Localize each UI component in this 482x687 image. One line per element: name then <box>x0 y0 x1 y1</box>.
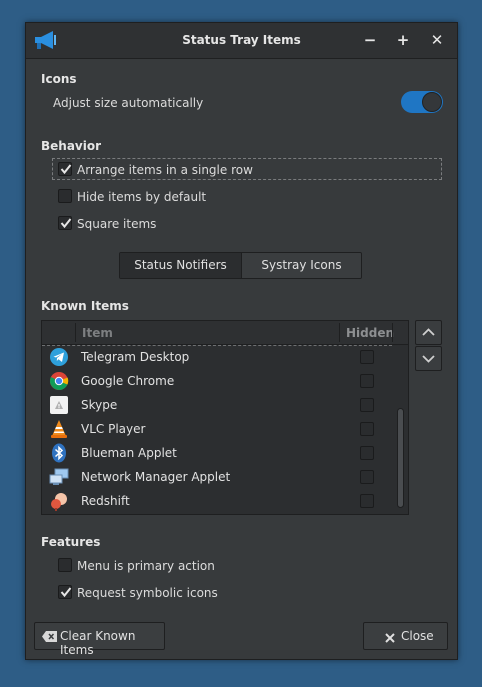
column-divider <box>75 323 76 342</box>
mode-tab-bar: Status Notifiers Systray Icons <box>119 252 362 279</box>
item-name: Blueman Applet <box>81 446 177 460</box>
item-name: Google Chrome <box>81 374 175 388</box>
list-item[interactable]: Redshift <box>42 489 392 513</box>
adjust-size-label: Adjust size automatically <box>53 96 204 110</box>
known-items-label: Known Items <box>41 299 129 313</box>
menu-primary-label: Menu is primary action <box>77 559 215 573</box>
hidden-checkbox[interactable] <box>360 374 374 388</box>
close-window-button[interactable]: ✕ <box>427 30 447 50</box>
move-down-button[interactable] <box>415 346 442 371</box>
chrome-icon <box>49 371 69 391</box>
title-bar[interactable]: Status Tray Items − + ✕ <box>26 23 457 59</box>
known-items-list: Item Hidden Telegram Desktop Google Chro… <box>41 320 409 515</box>
close-button[interactable]: Close <box>363 622 448 650</box>
clear-known-items-button[interactable]: Clear Known Items <box>34 622 165 657</box>
chevron-down-icon <box>422 355 435 363</box>
hide-by-default-label: Hide items by default <box>77 190 207 204</box>
hidden-checkbox[interactable] <box>360 422 374 436</box>
menu-primary-checkbox[interactable] <box>58 558 72 572</box>
hide-by-default-checkbox[interactable] <box>58 189 72 203</box>
item-name: Network Manager Applet <box>81 470 231 484</box>
hidden-checkbox[interactable] <box>360 398 374 412</box>
list-scrollbar[interactable] <box>393 345 408 514</box>
status-tray-items-window: Status Tray Items − + ✕ Icons Adjust siz… <box>25 22 458 660</box>
maximize-button[interactable]: + <box>393 30 413 50</box>
clear-icon <box>42 631 57 645</box>
tab-status-notifiers[interactable]: Status Notifiers <box>120 253 242 278</box>
clear-button-label: Clear Known Items <box>60 629 136 657</box>
single-row-label: Arrange items in a single row <box>77 163 253 177</box>
hidden-checkbox[interactable] <box>360 446 374 460</box>
hidden-checkbox[interactable] <box>360 494 374 508</box>
symbolic-icons-checkbox[interactable] <box>58 585 72 599</box>
scrollbar-thumb[interactable] <box>397 408 404 508</box>
adjust-size-toggle[interactable] <box>401 91 443 113</box>
list-item[interactable]: Blueman Applet <box>42 441 392 465</box>
hidden-checkbox[interactable] <box>360 350 374 364</box>
item-name: VLC Player <box>81 422 146 436</box>
symbolic-icons-label: Request symbolic icons <box>77 586 218 600</box>
square-items-label: Square items <box>77 217 157 231</box>
minimize-button[interactable]: − <box>360 30 380 50</box>
list-item[interactable]: VLC Player <box>42 417 392 441</box>
item-name: Redshift <box>81 494 130 508</box>
move-up-button[interactable] <box>415 320 442 345</box>
vlc-icon <box>49 419 69 439</box>
chevron-up-icon <box>422 328 435 336</box>
single-row-checkbox[interactable] <box>58 162 72 176</box>
column-header-item[interactable]: Item <box>82 326 113 340</box>
list-item[interactable]: Telegram Desktop <box>42 345 392 369</box>
column-header-hidden[interactable]: Hidden <box>346 326 394 340</box>
skype-icon <box>49 395 69 415</box>
hidden-checkbox[interactable] <box>360 470 374 484</box>
network-icon <box>49 467 69 487</box>
item-name: Skype <box>81 398 118 412</box>
close-icon <box>385 632 395 646</box>
behavior-section-label: Behavior <box>41 139 102 153</box>
close-button-label: Close <box>401 629 434 643</box>
telegram-icon <box>49 347 69 367</box>
square-items-checkbox[interactable] <box>58 216 72 230</box>
toggle-knob <box>422 92 442 112</box>
column-divider <box>339 323 340 342</box>
list-header: Item Hidden <box>42 321 408 345</box>
tab-systray-icons[interactable]: Systray Icons <box>242 253 361 278</box>
column-divider <box>392 323 393 342</box>
features-section-label: Features <box>41 535 101 549</box>
icons-section-label: Icons <box>41 72 77 86</box>
list-item[interactable]: Network Manager Applet <box>42 465 392 489</box>
item-name: Telegram Desktop <box>81 350 190 364</box>
list-item[interactable]: Skype <box>42 393 392 417</box>
redshift-icon <box>49 491 69 511</box>
list-item[interactable]: Google Chrome <box>42 369 392 393</box>
bluetooth-icon <box>49 443 69 463</box>
